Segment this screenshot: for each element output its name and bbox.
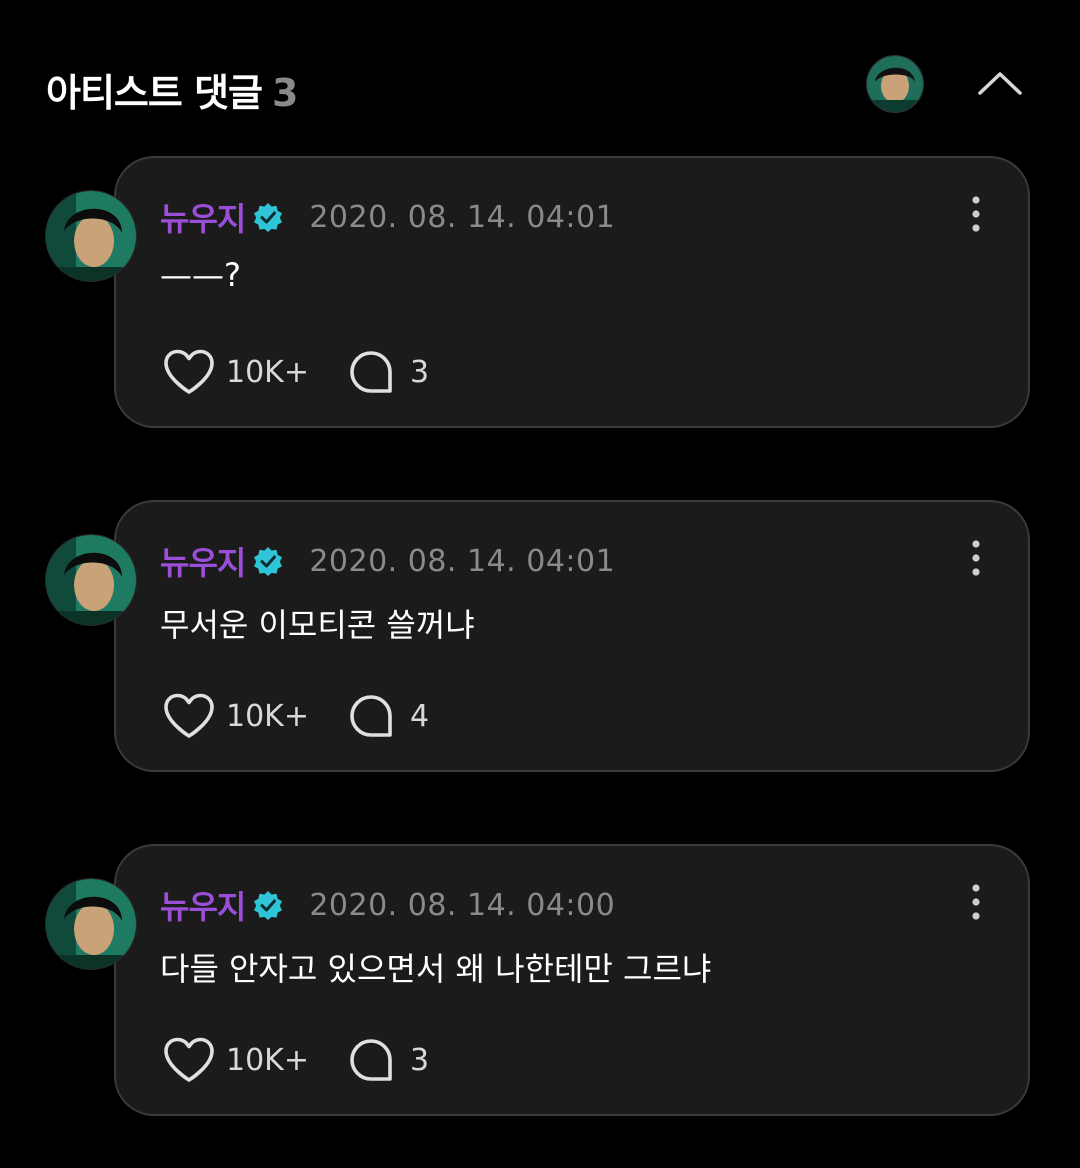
reply-button[interactable]: 4 bbox=[348, 693, 429, 739]
comment-item: 뉴우지 2020. 08. 14. 04:01 ——? 10K+ 3 bbox=[0, 156, 1080, 432]
verified-badge-icon bbox=[254, 203, 283, 232]
chevron-up-icon bbox=[978, 72, 1022, 95]
like-button[interactable]: 10K+ bbox=[162, 1036, 326, 1084]
heart-icon bbox=[164, 349, 214, 394]
section-title-label: 아티스트 댓글 bbox=[46, 71, 263, 115]
like-button[interactable]: 10K+ bbox=[162, 348, 326, 396]
reply-button[interactable]: 3 bbox=[348, 349, 429, 395]
like-button[interactable]: 10K+ bbox=[162, 692, 326, 740]
like-count: 10K+ bbox=[226, 1042, 309, 1078]
heart-icon bbox=[164, 693, 214, 738]
more-vertical-icon[interactable] bbox=[964, 882, 988, 922]
author-name[interactable]: 뉴우지 bbox=[160, 882, 246, 928]
author-name[interactable]: 뉴우지 bbox=[160, 538, 246, 584]
reply-count: 3 bbox=[410, 1042, 430, 1078]
reply-count: 3 bbox=[410, 354, 430, 390]
comment-count: 3 bbox=[272, 71, 298, 115]
comment-actions: 10K+ 4 bbox=[162, 692, 429, 740]
comment-timestamp: 2020. 08. 14. 04:00 bbox=[309, 887, 616, 923]
commenter-avatar[interactable] bbox=[45, 190, 137, 282]
comment-card: 뉴우지 2020. 08. 14. 04:00 다들 안자고 있으면서 왜 나한… bbox=[114, 844, 1030, 1116]
reply-button[interactable]: 3 bbox=[348, 1037, 429, 1083]
comment-actions: 10K+ 3 bbox=[162, 1036, 429, 1084]
like-count: 10K+ bbox=[226, 698, 309, 734]
heart-icon bbox=[164, 1037, 214, 1082]
verified-badge-icon bbox=[254, 891, 283, 920]
comment-meta: 뉴우지 2020. 08. 14. 04:01 bbox=[160, 194, 615, 240]
comment-text: ——? bbox=[160, 256, 241, 294]
comment-item: 뉴우지 2020. 08. 14. 04:00 다들 안자고 있으면서 왜 나한… bbox=[0, 844, 1080, 1120]
speech-bubble-icon bbox=[350, 695, 392, 737]
section-header: 아티스트 댓글 3 bbox=[0, 0, 1080, 170]
commenter-avatar[interactable] bbox=[45, 534, 137, 626]
more-vertical-icon[interactable] bbox=[964, 538, 988, 578]
comment-timestamp: 2020. 08. 14. 04:01 bbox=[309, 199, 616, 235]
comment-card: 뉴우지 2020. 08. 14. 04:01 무서운 이모티콘 쓸꺼냐 10K… bbox=[114, 500, 1030, 772]
section-title: 아티스트 댓글 3 bbox=[46, 62, 298, 117]
comment-timestamp: 2020. 08. 14. 04:01 bbox=[309, 543, 616, 579]
comment-text: 다들 안자고 있으면서 왜 나한테만 그르냐 bbox=[160, 950, 712, 988]
comment-meta: 뉴우지 2020. 08. 14. 04:01 bbox=[160, 538, 615, 584]
like-count: 10K+ bbox=[226, 354, 309, 390]
verified-badge-icon bbox=[254, 547, 283, 576]
reply-count: 4 bbox=[410, 698, 430, 734]
collapse-button[interactable] bbox=[968, 58, 1032, 108]
comment-meta: 뉴우지 2020. 08. 14. 04:00 bbox=[160, 882, 615, 928]
speech-bubble-icon bbox=[350, 1039, 392, 1081]
author-name[interactable]: 뉴우지 bbox=[160, 194, 246, 240]
comment-card: 뉴우지 2020. 08. 14. 04:01 ——? 10K+ 3 bbox=[114, 156, 1030, 428]
comment-text: 무서운 이모티콘 쓸꺼냐 bbox=[160, 606, 475, 644]
commenter-avatar[interactable] bbox=[45, 878, 137, 970]
comment-item: 뉴우지 2020. 08. 14. 04:01 무서운 이모티콘 쓸꺼냐 10K… bbox=[0, 500, 1080, 776]
comment-actions: 10K+ 3 bbox=[162, 348, 429, 396]
speech-bubble-icon bbox=[350, 351, 392, 393]
artist-avatar[interactable] bbox=[866, 55, 924, 113]
more-vertical-icon[interactable] bbox=[964, 194, 988, 234]
